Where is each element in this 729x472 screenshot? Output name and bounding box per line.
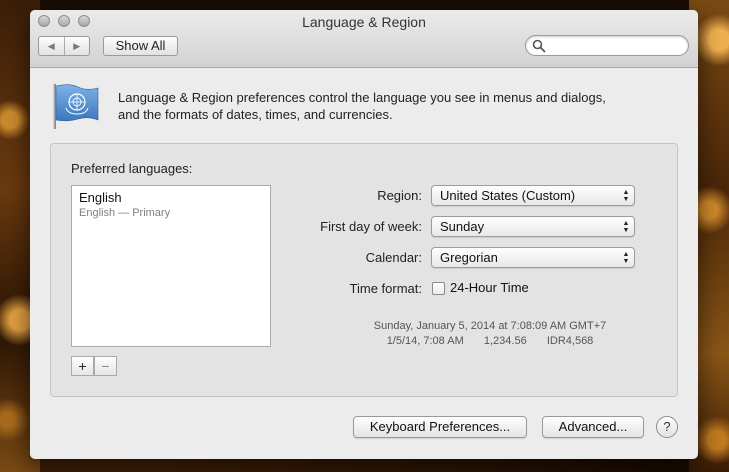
24-hour-time-label[interactable]: 24-Hour Time xyxy=(450,280,529,295)
region-value: United States (Custom) xyxy=(440,188,576,203)
description-line-1: Language & Region preferences control th… xyxy=(118,90,606,105)
advanced-button[interactable]: Advanced... xyxy=(542,416,644,438)
region-popup[interactable]: United States (Custom) ▲ ▼ xyxy=(431,185,635,206)
search-field[interactable] xyxy=(525,35,689,56)
add-language-button[interactable]: + xyxy=(71,356,94,376)
search-input[interactable] xyxy=(550,38,684,55)
sample-number: 1,234.56 xyxy=(483,335,527,347)
calendar-popup[interactable]: Gregorian ▲ ▼ xyxy=(431,247,635,268)
sample-date-line: Sunday, January 5, 2014 at 7:08:09 AM GM… xyxy=(373,320,607,332)
description-text: Language & Region preferences control th… xyxy=(118,89,678,123)
sample-formats-line: 1/5/14, 7:08 AM 1,234.56 IDR4,568 xyxy=(330,335,650,347)
calendar-label: Calendar: xyxy=(365,250,422,265)
popup-arrows-icon: ▲ ▼ xyxy=(622,251,630,265)
preferred-languages-list[interactable]: English English — Primary xyxy=(71,185,271,347)
first-day-label: First day of week: xyxy=(320,219,422,234)
calendar-value: Gregorian xyxy=(440,250,498,265)
chevron-right-icon: ▶ xyxy=(73,40,81,51)
region-label: Region: xyxy=(377,188,422,203)
show-all-button[interactable]: Show All xyxy=(103,36,178,56)
24-hour-time-checkbox[interactable] xyxy=(432,282,445,295)
chevron-left-icon: ◀ xyxy=(47,40,55,51)
title-bar: Language & Region ◀ ▶ Show All xyxy=(30,10,698,68)
preferences-window: Language & Region ◀ ▶ Show All Language … xyxy=(30,10,698,459)
popup-arrows-icon: ▲ ▼ xyxy=(622,220,630,234)
language-region-flag-icon xyxy=(53,84,99,129)
remove-language-button[interactable]: − xyxy=(94,356,117,376)
help-button[interactable]: ? xyxy=(656,416,678,438)
popup-arrows-icon: ▲ ▼ xyxy=(622,189,630,203)
forward-button[interactable]: ▶ xyxy=(63,37,90,55)
window-title: Language & Region xyxy=(302,14,426,30)
time-format-label: Time format: xyxy=(349,281,422,296)
first-day-popup[interactable]: Sunday ▲ ▼ xyxy=(431,216,635,237)
sample-short-date: 1/5/14, 7:08 AM xyxy=(386,335,464,347)
search-icon xyxy=(532,39,546,53)
description-line-2: and the formats of dates, times, and cur… xyxy=(118,107,393,122)
language-detail: English — Primary xyxy=(79,207,171,219)
language-name: English xyxy=(79,190,122,205)
sample-currency: IDR4,568 xyxy=(546,335,594,347)
preferred-languages-label: Preferred languages: xyxy=(71,161,193,176)
keyboard-preferences-button[interactable]: Keyboard Preferences... xyxy=(353,416,527,438)
first-day-value: Sunday xyxy=(440,219,485,234)
back-forward-control: ◀ ▶ xyxy=(38,36,90,56)
back-button[interactable]: ◀ xyxy=(39,37,64,55)
